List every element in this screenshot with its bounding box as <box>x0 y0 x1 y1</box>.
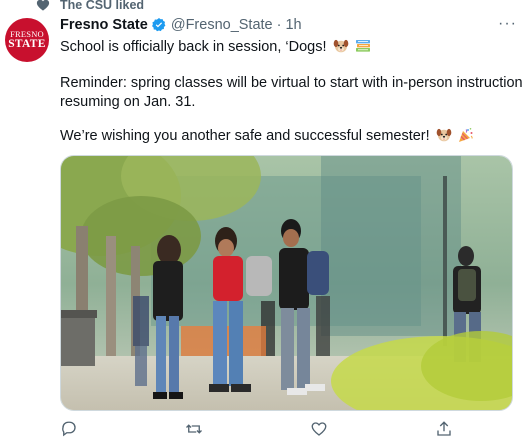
author-display-name[interactable]: Fresno State <box>60 17 148 33</box>
more-options-icon[interactable]: ··· <box>498 16 517 32</box>
tweet-actions <box>60 420 513 437</box>
books-emoji <box>355 38 371 54</box>
tweet-photo[interactable] <box>60 155 513 411</box>
social-context-text[interactable]: The CSU liked <box>60 0 144 12</box>
tweet-text-line4-text: We’re wishing you another safe and succe… <box>60 128 430 144</box>
tweet-timestamp[interactable]: 1h <box>285 17 301 33</box>
header-separator: · <box>276 17 282 33</box>
tweet-text-line4: We’re wishing you another safe and succe… <box>60 127 474 146</box>
party-popper-emoji <box>458 127 474 143</box>
tweet-text-line2: Reminder: spring classes will be virtual… <box>60 75 523 91</box>
retweet-icon[interactable] <box>185 420 203 436</box>
tweet-text-line1: School is officially back in session, ‘D… <box>60 38 371 57</box>
tweet-text-line1-text: School is officially back in session, ‘D… <box>60 39 327 55</box>
share-icon[interactable] <box>435 420 453 436</box>
like-icon[interactable] <box>310 420 328 436</box>
tweet-header: Fresno State @Fresno_State · 1h <box>60 15 302 35</box>
author-handle[interactable]: @Fresno_State <box>171 17 273 33</box>
verified-badge-icon <box>148 17 171 33</box>
campus-students-photo <box>61 156 512 410</box>
dog-face-emoji <box>333 38 349 54</box>
heart-icon <box>36 0 50 12</box>
social-context: The CSU liked <box>36 0 144 13</box>
dog-face-emoji <box>436 127 452 143</box>
avatar-line2: STATE <box>8 37 46 50</box>
reply-icon[interactable] <box>60 420 78 437</box>
tweet-text-line3: resuming on Jan. 31. <box>60 94 196 110</box>
avatar[interactable]: FRESNO STATE <box>5 18 49 62</box>
